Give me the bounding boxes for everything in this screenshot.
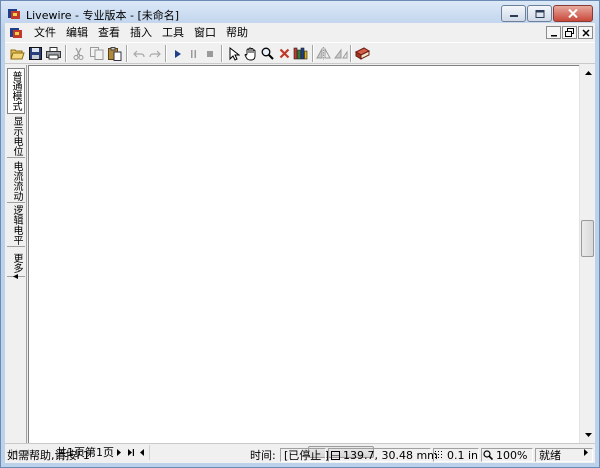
- stop-icon: [207, 50, 213, 57]
- zoom-magnifier-icon: [261, 47, 274, 60]
- menu-help[interactable]: 帮助: [221, 26, 253, 39]
- vertical-scrollbar[interactable]: [579, 65, 595, 443]
- mode-tab-strip: 普通模式 显示电位 电流流动 逻辑电平 更多: [5, 65, 27, 444]
- main-toolbar: [5, 42, 595, 64]
- select-arrow-icon: [229, 46, 240, 61]
- document-icon[interactable]: [9, 26, 23, 39]
- cut-scissors-icon: [73, 47, 84, 60]
- status-bar: 如需帮助,请按F1 时间: [已停止 ] 139.7, 30.48 mm 0.1…: [5, 447, 595, 463]
- toolbar-separator: [350, 45, 352, 62]
- flip-vertical-button[interactable]: [332, 45, 349, 62]
- close-button[interactable]: [553, 5, 593, 22]
- arrow-down-icon: [584, 433, 592, 437]
- more-arrow-icon: [13, 274, 18, 279]
- status-help-text: 如需帮助,请按F1: [7, 449, 90, 462]
- toolbar-separator: [221, 45, 223, 62]
- undo-button[interactable]: [130, 45, 147, 62]
- tab-normal-mode[interactable]: 普通模式: [7, 68, 25, 114]
- print-button[interactable]: [45, 45, 62, 62]
- window-title: Livewire - 专业版本 - [未命名]: [26, 9, 180, 22]
- toolbar-separator: [65, 45, 67, 62]
- status-zoom-level: 100%: [496, 449, 528, 462]
- livewire-app-icon: [7, 7, 21, 20]
- toolbar-separator: [126, 45, 128, 62]
- scroll-up-button[interactable]: [580, 65, 596, 81]
- open-folder-icon: [10, 49, 25, 60]
- tab-more-label: 更多: [11, 252, 22, 273]
- parts-bin-icon: [293, 47, 308, 60]
- cut-button[interactable]: [70, 45, 87, 62]
- pan-tool-button[interactable]: [242, 45, 259, 62]
- run-button[interactable]: [169, 45, 186, 62]
- parts-bin-button[interactable]: [292, 45, 309, 62]
- menu-insert[interactable]: 插入: [125, 26, 157, 39]
- app-window: Livewire - 专业版本 - [未命名] 文件 编辑 查看 插入 工具 窗…: [0, 0, 600, 468]
- open-button[interactable]: [9, 45, 26, 62]
- select-tool-button[interactable]: [225, 45, 242, 62]
- tab-current-flow[interactable]: 电流流动: [7, 159, 25, 203]
- printer-icon: [46, 47, 61, 60]
- window-controls: [501, 5, 593, 22]
- toolbar-separator: [312, 45, 314, 62]
- status-coordinates: 139.7, 30.48 mm: [343, 449, 438, 462]
- play-icon: [175, 49, 181, 58]
- arrow-up-icon: [584, 71, 592, 75]
- toolbar-separator: [165, 45, 167, 62]
- zoom-magnifier-icon: [483, 450, 493, 460]
- paste-button[interactable]: [106, 45, 123, 62]
- document-window-controls: [546, 26, 593, 39]
- doc-restore-button[interactable]: [562, 26, 577, 39]
- paste-clipboard-icon: [107, 46, 121, 61]
- maximize-button[interactable]: [527, 5, 552, 22]
- status-ready: 就绪: [539, 449, 561, 462]
- delete-tool-button[interactable]: [276, 45, 293, 62]
- scroll-down-button[interactable]: [580, 427, 596, 443]
- menu-tools[interactable]: 工具: [157, 26, 189, 39]
- pause-button[interactable]: [185, 45, 202, 62]
- menu-edit[interactable]: 编辑: [61, 26, 93, 39]
- redo-button[interactable]: [146, 45, 163, 62]
- vertical-scroll-thumb[interactable]: [581, 220, 594, 257]
- doc-minimize-button[interactable]: [546, 26, 561, 39]
- menu-window[interactable]: 窗口: [189, 26, 221, 39]
- flip-vertical-icon: [334, 48, 348, 59]
- tab-more[interactable]: 更多: [7, 249, 25, 277]
- book-button[interactable]: [354, 45, 371, 62]
- zoom-tool-button[interactable]: [259, 45, 276, 62]
- copy-button[interactable]: [88, 45, 105, 62]
- minimize-button[interactable]: [501, 5, 526, 22]
- flip-horizontal-icon: [316, 47, 331, 60]
- stop-button[interactable]: [201, 45, 218, 62]
- save-disk-icon: [29, 47, 42, 60]
- menu-items: 文件 编辑 查看 插入 工具 窗口 帮助: [29, 26, 253, 39]
- client-area: 文件 编辑 查看 插入 工具 窗口 帮助 普通模式 显示电位 电流流动 逻辑电平…: [5, 23, 595, 463]
- doc-close-button[interactable]: [578, 26, 593, 39]
- minimize-icon: [550, 34, 557, 36]
- minimize-icon: [509, 14, 518, 17]
- close-icon: [568, 9, 578, 18]
- flip-horizontal-button[interactable]: [315, 45, 332, 62]
- grid-icon: [435, 451, 442, 458]
- status-state: [已停止 ]: [284, 449, 330, 462]
- restore-icon: [565, 28, 574, 37]
- coordinates-icon: [331, 451, 340, 460]
- maximize-icon: [535, 9, 544, 18]
- undo-icon: [132, 50, 145, 57]
- save-button[interactable]: [27, 45, 44, 62]
- tab-show-voltage[interactable]: 显示电位: [7, 115, 25, 158]
- drawing-canvas[interactable]: [28, 65, 579, 443]
- close-icon: [581, 28, 590, 37]
- status-time-label: 时间:: [250, 449, 276, 462]
- copy-icon: [89, 47, 103, 60]
- menu-bar: 文件 编辑 查看 插入 工具 窗口 帮助: [5, 23, 595, 42]
- delete-x-icon: [279, 48, 290, 59]
- menu-view[interactable]: 查看: [93, 26, 125, 39]
- tab-logic-level[interactable]: 逻辑电平: [7, 204, 25, 247]
- status-grid-size: 0.1 in: [447, 449, 479, 462]
- hand-pan-icon: [243, 47, 255, 60]
- menu-file[interactable]: 文件: [29, 26, 61, 39]
- book-icon: [355, 47, 370, 60]
- redo-icon: [148, 50, 161, 57]
- pause-icon: [191, 49, 196, 58]
